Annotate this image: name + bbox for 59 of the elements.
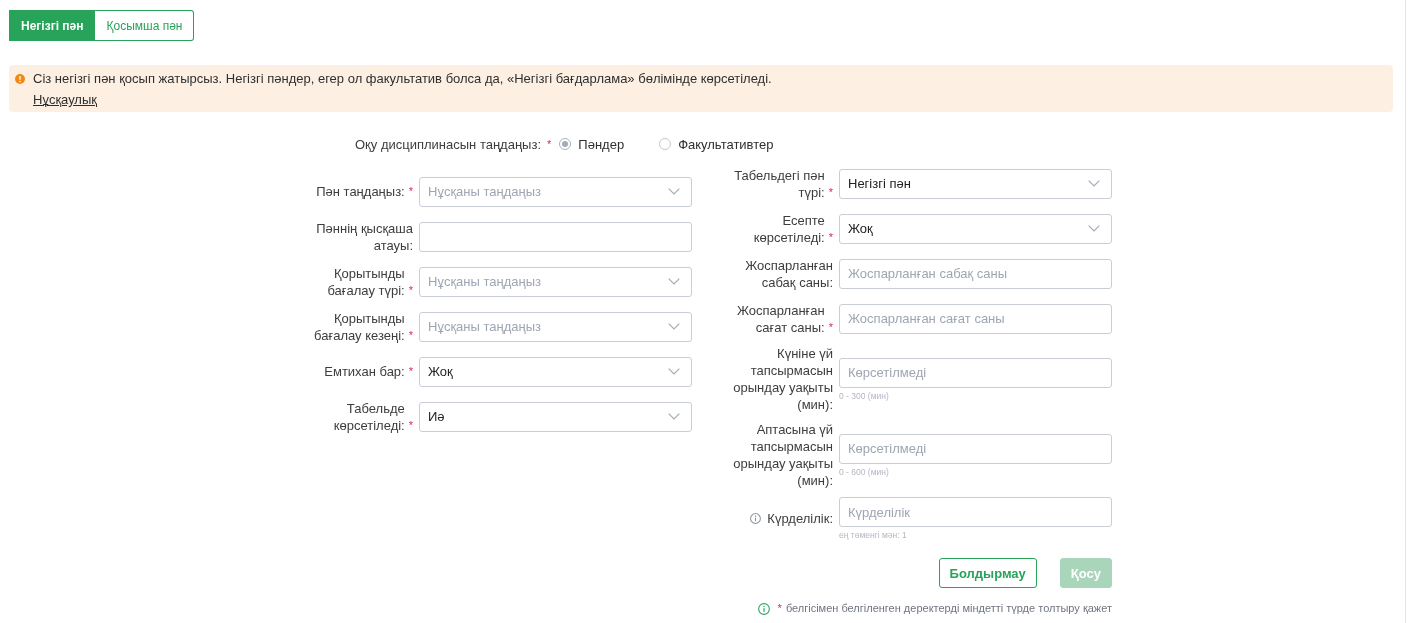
select-field[interactable]: Нұсқаны таңдаңыз [419, 266, 692, 297]
required-mark: * [408, 184, 413, 199]
group-label: Оқу дисциплинасын таңдаңыз: [355, 136, 542, 152]
radio-button[interactable] [559, 138, 572, 150]
field-label: Күніне үй тапсырмасын орындау уақыты (мин): [733, 345, 833, 413]
field-label: Қорытынды бағалау түрі: [326, 264, 405, 299]
instructions-link[interactable]: Нұсқаулық [33, 92, 97, 108]
alert-message: Сіз негізгі пән қосып жатырсыз. Негізгі пәндер, егер ол факультатив болса да, «Негізгі бағдарлама» бөлімінде көрсетіледі. [33, 71, 773, 87]
required-mark: * [408, 417, 413, 433]
field-label: Табельдегі пән түрі: [733, 166, 825, 201]
required-mark: * [828, 229, 833, 245]
required-mark: * [547, 138, 552, 150]
required-mark: * [777, 602, 782, 615]
tab[interactable]: Қосымша пән [95, 10, 195, 41]
select-field[interactable]: Нұсқаны таңдаңыз [419, 176, 692, 207]
tab[interactable]: Негізгі пән [9, 10, 96, 41]
field-label: Пәннің қысқаша атауы: [315, 219, 413, 254]
required-mark: * [408, 327, 413, 343]
field-hint: 0 - 600 (мин) [839, 466, 890, 477]
select-field[interactable]: Жоқ [419, 356, 692, 387]
text-input[interactable]: Көрсетілмеді [839, 433, 1112, 464]
text-input[interactable] [419, 221, 692, 252]
select-field[interactable]: Жоқ [839, 213, 1112, 244]
radio-button[interactable] [659, 138, 672, 150]
field-label: Табельде көрсетіледі: [332, 399, 405, 434]
chevron-down-icon [668, 278, 680, 285]
cancel-button[interactable]: Болдырмау [938, 558, 1037, 588]
text-input[interactable]: Көрсетілмеді [839, 357, 1112, 388]
chevron-down-icon [668, 413, 680, 420]
select-field[interactable]: Иә [419, 401, 692, 432]
required-mark: * [408, 282, 413, 298]
chevron-down-icon [668, 188, 680, 195]
field-label: Жоспарланған сағат саны: [735, 301, 825, 336]
required-mark: * [408, 364, 413, 379]
field-label: Қорытынды бағалау кезеңі: [313, 309, 405, 344]
chevron-down-icon [1088, 180, 1100, 187]
footnote-text: белгісімен белгіленген деректерді міндетті түрде толтыру қажет [785, 602, 1112, 615]
field-label: Күрделілік: [767, 510, 833, 527]
text-input[interactable]: Жоспарланған сабақ саны [839, 258, 1112, 289]
field-hint: ең төменгі мән: 1 [839, 530, 908, 540]
option-label: Факультативтер [678, 136, 774, 152]
required-mark: * [828, 184, 833, 200]
text-input[interactable]: Күрделілік [839, 497, 1112, 527]
field-label: Есепте көрсетіледі: [752, 211, 825, 246]
field-label: Аптасына үй тапсырмасын орындау уақыты (мин): [733, 421, 833, 489]
warning-icon [15, 74, 25, 84]
select-field[interactable]: Негізгі пән [839, 168, 1112, 199]
chevron-down-icon [668, 368, 680, 375]
field-label: Пән таңдаңыз: [316, 183, 405, 200]
option-label: Пәндер [578, 136, 625, 152]
text-input[interactable]: Жоспарланған сағат саны [839, 303, 1112, 334]
select-field[interactable]: Нұсқаны таңдаңыз [419, 311, 692, 342]
required-mark: * [828, 319, 833, 335]
field-label: Емтихан бар: [324, 363, 405, 380]
chevron-down-icon [668, 323, 680, 330]
info-icon [757, 602, 770, 615]
chevron-down-icon [1088, 225, 1100, 232]
field-hint: 0 - 300 (мин) [839, 390, 890, 401]
field-label: Жоспарланған сабақ саны: [744, 256, 833, 291]
